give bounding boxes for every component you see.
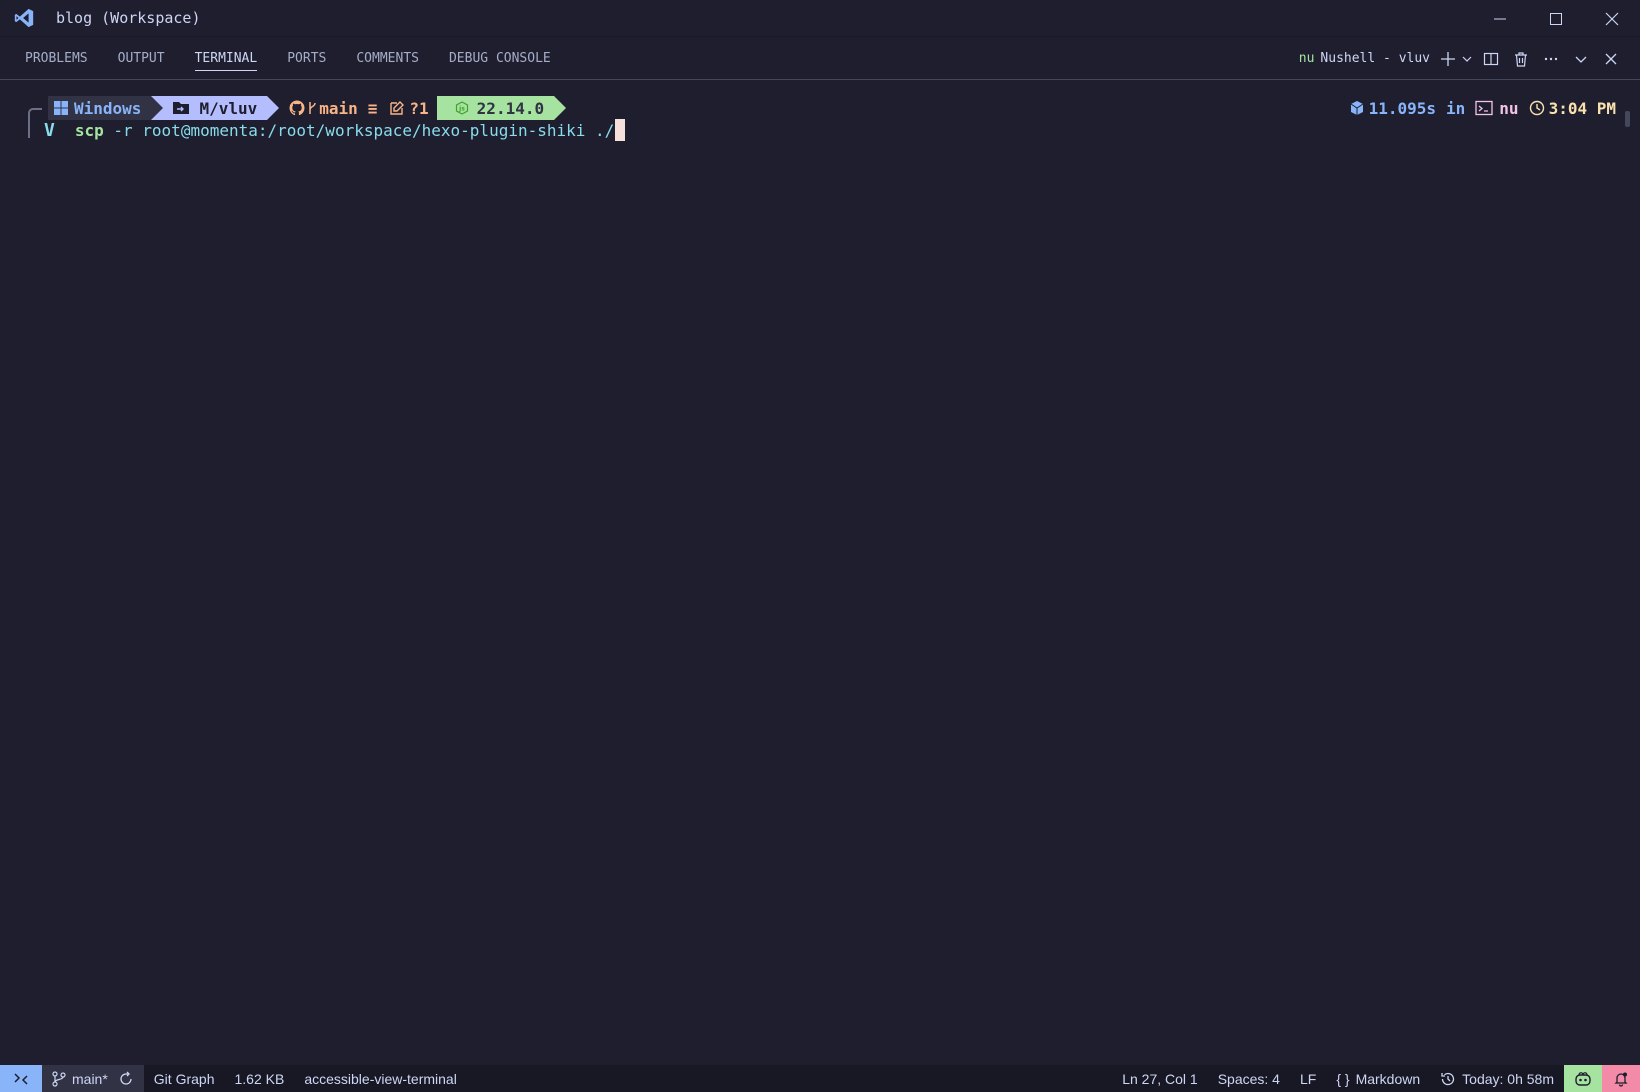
collapse-panel-icon[interactable]: [1566, 44, 1596, 74]
close-panel-icon[interactable]: [1596, 44, 1626, 74]
prompt-in-label: in: [1446, 98, 1466, 118]
time-tracker[interactable]: Today: 0h 58m: [1430, 1065, 1564, 1092]
window-controls: [1472, 0, 1640, 37]
close-icon[interactable]: [1584, 0, 1640, 37]
panel-header: PROBLEMS OUTPUT TERMINAL PORTS COMMENTS …: [0, 37, 1640, 80]
minimize-icon[interactable]: [1472, 0, 1528, 37]
prompt-dir: M/vluv: [199, 98, 258, 118]
tab-problems[interactable]: PROBLEMS: [25, 37, 88, 79]
command-line[interactable]: V scp -r root@momenta:/root/workspace/he…: [44, 118, 626, 142]
cursor-position[interactable]: Ln 27, Col 1: [1112, 1065, 1208, 1092]
indentation[interactable]: Spaces: 4: [1208, 1065, 1290, 1092]
prompt-git-state: ≡: [367, 98, 378, 118]
terminal-cursor: [615, 119, 626, 141]
windows-icon: [54, 101, 68, 115]
prompt-os-segment: Windows: [48, 96, 152, 120]
focus-context[interactable]: accessible-view-terminal: [294, 1065, 467, 1092]
branch-status[interactable]: main*: [42, 1065, 144, 1092]
window-title: blog (Workspace): [56, 9, 201, 27]
sync-icon[interactable]: [118, 1071, 134, 1087]
branch-name: main*: [72, 1070, 108, 1087]
status-bar-right: Ln 27, Col 1 Spaces: 4 LF { } Markdown T…: [1112, 1065, 1640, 1092]
github-icon: [289, 100, 305, 116]
line-ending[interactable]: LF: [1290, 1065, 1326, 1092]
time-tracker-label: Today: 0h 58m: [1462, 1070, 1554, 1087]
git-graph-button[interactable]: Git Graph: [144, 1065, 225, 1092]
command-duration: 11.095s: [1368, 98, 1437, 118]
shell-label: nu: [1298, 51, 1315, 66]
chevron-down-icon[interactable]: [1458, 44, 1476, 74]
panel-tabs: PROBLEMS OUTPUT TERMINAL PORTS COMMENTS …: [25, 37, 581, 79]
plus-icon[interactable]: [1438, 44, 1458, 74]
tab-terminal[interactable]: TERMINAL: [194, 37, 257, 79]
command-args: -r root@momenta:/root/workspace/hexo-plu…: [103, 120, 615, 140]
remote-icon[interactable]: [0, 1065, 42, 1092]
file-size: 1.62 KB: [234, 1070, 285, 1087]
terminal-area[interactable]: Windows M/vluv main ≡ ?1 js 22.14.0 11.0…: [0, 81, 1640, 1065]
clock-icon: [1529, 100, 1544, 116]
more-icon[interactable]: [1536, 44, 1566, 74]
vscode-window: blog (Workspace) PROBLEMS OUTPUT TERMINA…: [0, 0, 1640, 1092]
prompt-left: Windows M/vluv main ≡ ?1 js 22.14.0: [28, 96, 567, 120]
prompt-shell: nu: [1499, 98, 1519, 118]
tab-output[interactable]: OUTPUT: [118, 37, 165, 79]
maximize-icon[interactable]: [1528, 0, 1584, 37]
prompt-dir-segment: M/vluv: [163, 96, 268, 120]
prompt-node-version: 22.14.0: [476, 98, 545, 118]
svg-text:js: js: [458, 106, 465, 113]
copilot-icon[interactable]: [1564, 1065, 1602, 1092]
status-bar: main* Git Graph 1.62 KB accessible-view-…: [0, 1065, 1640, 1092]
prompt-node-segment: js 22.14.0: [436, 96, 555, 120]
tab-comments[interactable]: COMMENTS: [356, 37, 419, 79]
vscode-logo-icon[interactable]: [4, 0, 44, 37]
tab-ports[interactable]: PORTS: [287, 37, 326, 79]
branch-icon: [309, 102, 316, 114]
edit-icon: [390, 101, 405, 115]
braces-icon: { }: [1336, 1070, 1350, 1087]
prompt-right: 11.095s in nu 3:04 PM: [1349, 96, 1616, 120]
terminal-selector[interactable]: nu Nushell - vluv: [1299, 51, 1430, 66]
prompt-branch: main: [319, 98, 358, 118]
history-icon: [1441, 1072, 1455, 1085]
terminal-icon: [1475, 100, 1493, 116]
trash-icon[interactable]: [1506, 44, 1536, 74]
prompt-time: 3:04 PM: [1548, 98, 1616, 118]
folder-icon: [173, 102, 190, 114]
prompt-char: V: [44, 119, 55, 141]
tab-debug-console[interactable]: DEBUG CONSOLE: [449, 37, 551, 79]
panel-actions: nu Nushell - vluv: [1299, 37, 1626, 80]
prompt-untracked: ?1: [409, 98, 429, 118]
terminal-scrollbar[interactable]: [1625, 111, 1630, 127]
title-bar: blog (Workspace): [0, 0, 1640, 37]
terminal-name: Nushell - vluv: [1320, 51, 1430, 66]
split-icon[interactable]: [1476, 44, 1506, 74]
language-mode[interactable]: { } Markdown: [1326, 1065, 1430, 1092]
language-label: Markdown: [1355, 1070, 1421, 1087]
prompt-git-segment: main ≡ ?1: [279, 96, 436, 120]
bell-icon[interactable]: [1602, 1065, 1640, 1092]
branch-icon: [52, 1070, 66, 1087]
node-icon: js: [455, 101, 468, 115]
command-name: scp: [74, 120, 104, 140]
prompt-os: Windows: [74, 98, 142, 118]
cube-icon: [1350, 101, 1363, 115]
